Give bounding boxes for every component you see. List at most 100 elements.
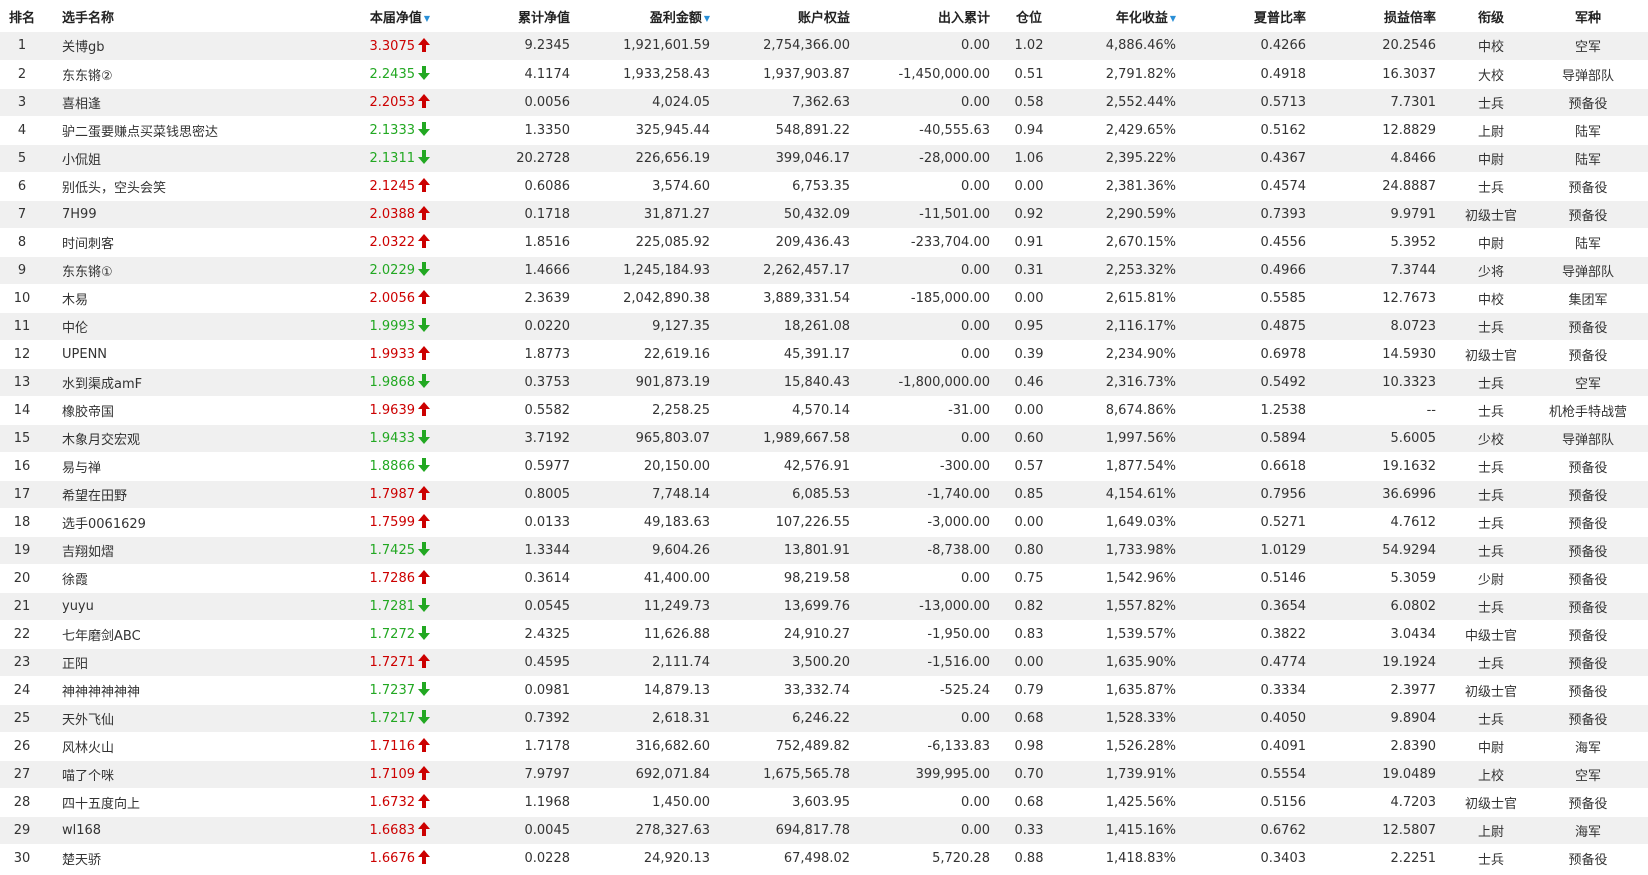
cell-player-name-text[interactable]: 喜相逢 (62, 97, 101, 112)
header-profit[interactable]: 盈利金额 ▼ (574, 0, 714, 32)
table-row[interactable]: 15 木象月交宏观 1.9433 3.7192 965,803.07 1,989,667.… (0, 424, 1648, 453)
cell-player-name[interactable]: 7H99 (44, 200, 314, 229)
table-row[interactable]: 18 选手0061629 1.7599 0.0133 49,183.63 107,226.… (0, 508, 1648, 537)
cell-player-name-text[interactable]: 东东锵① (62, 265, 113, 280)
header-name[interactable]: 选手名称 (44, 0, 314, 32)
table-row[interactable]: 26 风林火山 1.7116 1.7178 316,682.60 752,489.82 -6… (0, 732, 1648, 761)
cell-player-name[interactable]: yuyu (44, 592, 314, 621)
cell-player-name[interactable]: 时间刺客 (44, 228, 314, 257)
cell-player-name-text[interactable]: 七年磨剑ABC (62, 629, 141, 644)
header-equity[interactable]: 账户权益 (714, 0, 854, 32)
cell-player-name-text[interactable]: 楚天骄 (62, 853, 101, 868)
table-row[interactable]: 21 yuyu 1.7281 0.0545 11,249.73 13,699.76 -13,… (0, 592, 1648, 621)
header-title[interactable]: 衔级 (1454, 0, 1528, 32)
table-row[interactable]: 25 天外飞仙 1.7217 0.7392 2,618.31 6,246.22 0.00 0.… (0, 704, 1648, 733)
cell-player-name-text[interactable]: 风林火山 (62, 741, 114, 756)
cell-player-name[interactable]: 七年磨剑ABC (44, 620, 314, 649)
cell-player-name-text[interactable]: 橡胶帝国 (62, 405, 114, 420)
cell-player-name-text[interactable]: 别低头，空头会笑 (62, 181, 166, 196)
sort-desc-icon[interactable]: ▼ (424, 14, 430, 23)
cell-player-name-text[interactable]: 驴二蛋要赚点买菜钱思密达 (62, 125, 218, 140)
table-row[interactable]: 28 四十五度向上 1.6732 1.1968 1,450.00 3,603.95 0.00… (0, 788, 1648, 817)
header-nav[interactable]: 本届净值 ▼ (314, 0, 434, 32)
sort-desc-icon[interactable]: ▼ (704, 14, 710, 23)
table-row[interactable]: 30 楚天骄 1.6676 0.0228 24,920.13 67,498.02 5,720… (0, 844, 1648, 873)
table-row[interactable]: 27 喵了个咪 1.7109 7.9797 692,071.84 1,675,565.78… (0, 760, 1648, 789)
cell-player-name[interactable]: 徐霞 (44, 564, 314, 593)
cell-player-name-text[interactable]: wl168 (62, 823, 101, 838)
table-row[interactable]: 19 吉翔如熠 1.7425 1.3344 9,604.26 13,801.91 -8,73… (0, 536, 1648, 565)
cell-player-name[interactable]: 正阳 (44, 648, 314, 677)
table-row[interactable]: 24 神神神神神神 1.7237 0.0981 14,879.13 33,332.74 -5… (0, 676, 1648, 705)
cell-player-name[interactable]: 水到渠成amF (44, 368, 314, 397)
table-row[interactable]: 5 小侃姐 2.1311 20.2728 226,656.19 399,046.17 -28… (0, 144, 1648, 173)
cell-player-name[interactable]: 易与禅 (44, 452, 314, 481)
table-row[interactable]: 16 易与禅 1.8866 0.5977 20,150.00 42,576.91 -300.… (0, 452, 1648, 481)
cell-player-name[interactable]: 小侃姐 (44, 144, 314, 173)
cell-player-name[interactable]: 驴二蛋要赚点买菜钱思密达 (44, 116, 314, 145)
header-position[interactable]: 仓位 (994, 0, 1064, 32)
table-row[interactable]: 10 木易 2.0056 2.3639 2,042,890.38 3,889,331.54… (0, 284, 1648, 313)
cell-player-name[interactable]: 中伦 (44, 312, 314, 341)
table-row[interactable]: 14 橡胶帝国 1.9639 0.5582 2,258.25 4,570.14 -31.00… (0, 396, 1648, 425)
table-row[interactable]: 11 中伦 1.9993 0.0220 9,127.35 18,261.08 0.00 0.9… (0, 312, 1648, 341)
cell-player-name-text[interactable]: 徐霞 (62, 573, 88, 588)
table-row[interactable]: 12 UPENN 1.9933 1.8773 22,619.16 45,391.17 0.0… (0, 340, 1648, 369)
cell-player-name-text[interactable]: 水到渠成amF (62, 377, 142, 392)
table-row[interactable]: 6 别低头，空头会笑 2.1245 0.6086 3,574.60 6,753.35 0.0… (0, 172, 1648, 201)
table-row[interactable]: 9 东东锵① 2.0229 1.4666 1,245,184.93 2,262,457.1… (0, 256, 1648, 285)
table-row[interactable]: 20 徐霞 1.7286 0.3614 41,400.00 98,219.58 0.00 0.… (0, 564, 1648, 593)
table-row[interactable]: 4 驴二蛋要赚点买菜钱思密达 2.1333 1.3350 325,945.44 548,8… (0, 116, 1648, 145)
cell-player-name[interactable]: 木象月交宏观 (44, 424, 314, 453)
cell-player-name[interactable]: UPENN (44, 340, 314, 369)
cell-player-name-text[interactable]: 时间刺客 (62, 237, 114, 252)
table-row[interactable]: 29 wl168 1.6683 0.0045 278,327.63 694,817.78 0… (0, 816, 1648, 845)
cell-player-name[interactable]: 关博gb (44, 32, 314, 61)
cell-player-name-text[interactable]: 希望在田野 (62, 489, 127, 504)
header-cum-nav[interactable]: 累计净值 (434, 0, 574, 32)
header-flow[interactable]: 出入累计 (854, 0, 994, 32)
cell-player-name-text[interactable]: 正阳 (62, 657, 88, 672)
cell-player-name[interactable]: 木易 (44, 284, 314, 313)
table-row[interactable]: 2 东东锵② 2.2435 4.1174 1,933,258.43 1,937,903.8… (0, 60, 1648, 89)
table-row[interactable]: 8 时间刺客 2.0322 1.8516 225,085.92 209,436.43 -23… (0, 228, 1648, 257)
cell-player-name-text[interactable]: 7H99 (62, 207, 97, 222)
cell-player-name-text[interactable]: 神神神神神神 (62, 685, 140, 700)
cell-player-name[interactable]: 天外飞仙 (44, 704, 314, 733)
cell-player-name-text[interactable]: 木易 (62, 293, 88, 308)
cell-player-name[interactable]: 风林火山 (44, 732, 314, 761)
cell-player-name-text[interactable]: UPENN (62, 347, 107, 362)
cell-player-name[interactable]: wl168 (44, 816, 314, 845)
cell-player-name-text[interactable]: 木象月交宏观 (62, 433, 140, 448)
cell-player-name-text[interactable]: 喵了个咪 (62, 769, 114, 784)
cell-player-name[interactable]: 东东锵① (44, 256, 314, 285)
cell-player-name[interactable]: 东东锵② (44, 60, 314, 89)
cell-player-name[interactable]: 橡胶帝国 (44, 396, 314, 425)
table-row[interactable]: 7 7H99 2.0388 0.1718 31,871.27 50,432.09 -11,5… (0, 200, 1648, 229)
header-rank[interactable]: 排名 (0, 0, 44, 32)
table-row[interactable]: 1 关博gb 3.3075 9.2345 1,921,601.59 2,754,366.0… (0, 32, 1648, 61)
cell-player-name[interactable]: 希望在田野 (44, 480, 314, 509)
header-branch[interactable]: 军种 (1528, 0, 1648, 32)
cell-player-name-text[interactable]: 吉翔如熠 (62, 545, 114, 560)
table-row[interactable]: 13 水到渠成amF 1.9868 0.3753 901,873.19 15,840.43… (0, 368, 1648, 397)
cell-player-name-text[interactable]: 天外飞仙 (62, 713, 114, 728)
cell-player-name[interactable]: 神神神神神神 (44, 676, 314, 705)
header-plr[interactable]: 损益倍率 (1324, 0, 1454, 32)
cell-player-name-text[interactable]: 易与禅 (62, 461, 101, 476)
cell-player-name[interactable]: 四十五度向上 (44, 788, 314, 817)
table-row[interactable]: 17 希望在田野 1.7987 0.8005 7,748.14 6,085.53 -1,74… (0, 480, 1648, 509)
cell-player-name-text[interactable]: 关博gb (62, 40, 105, 55)
cell-player-name-text[interactable]: 小侃姐 (62, 153, 101, 168)
table-row[interactable]: 3 喜相逢 2.2053 0.0056 4,024.05 7,362.63 0.00 0.58… (0, 88, 1648, 117)
table-row[interactable]: 22 七年磨剑ABC 1.7272 2.4325 11,626.88 24,910.27 -… (0, 620, 1648, 649)
cell-player-name[interactable]: 喵了个咪 (44, 760, 314, 789)
cell-player-name-text[interactable]: 东东锵② (62, 69, 113, 84)
sort-desc-icon[interactable]: ▼ (1170, 14, 1176, 23)
header-sharpe[interactable]: 夏普比率 (1194, 0, 1324, 32)
cell-player-name-text[interactable]: 中伦 (62, 321, 88, 336)
cell-player-name[interactable]: 选手0061629 (44, 508, 314, 537)
header-annual[interactable]: 年化收益 ▼ (1064, 0, 1194, 32)
cell-player-name[interactable]: 吉翔如熠 (44, 536, 314, 565)
cell-player-name-text[interactable]: 选手0061629 (62, 517, 146, 532)
